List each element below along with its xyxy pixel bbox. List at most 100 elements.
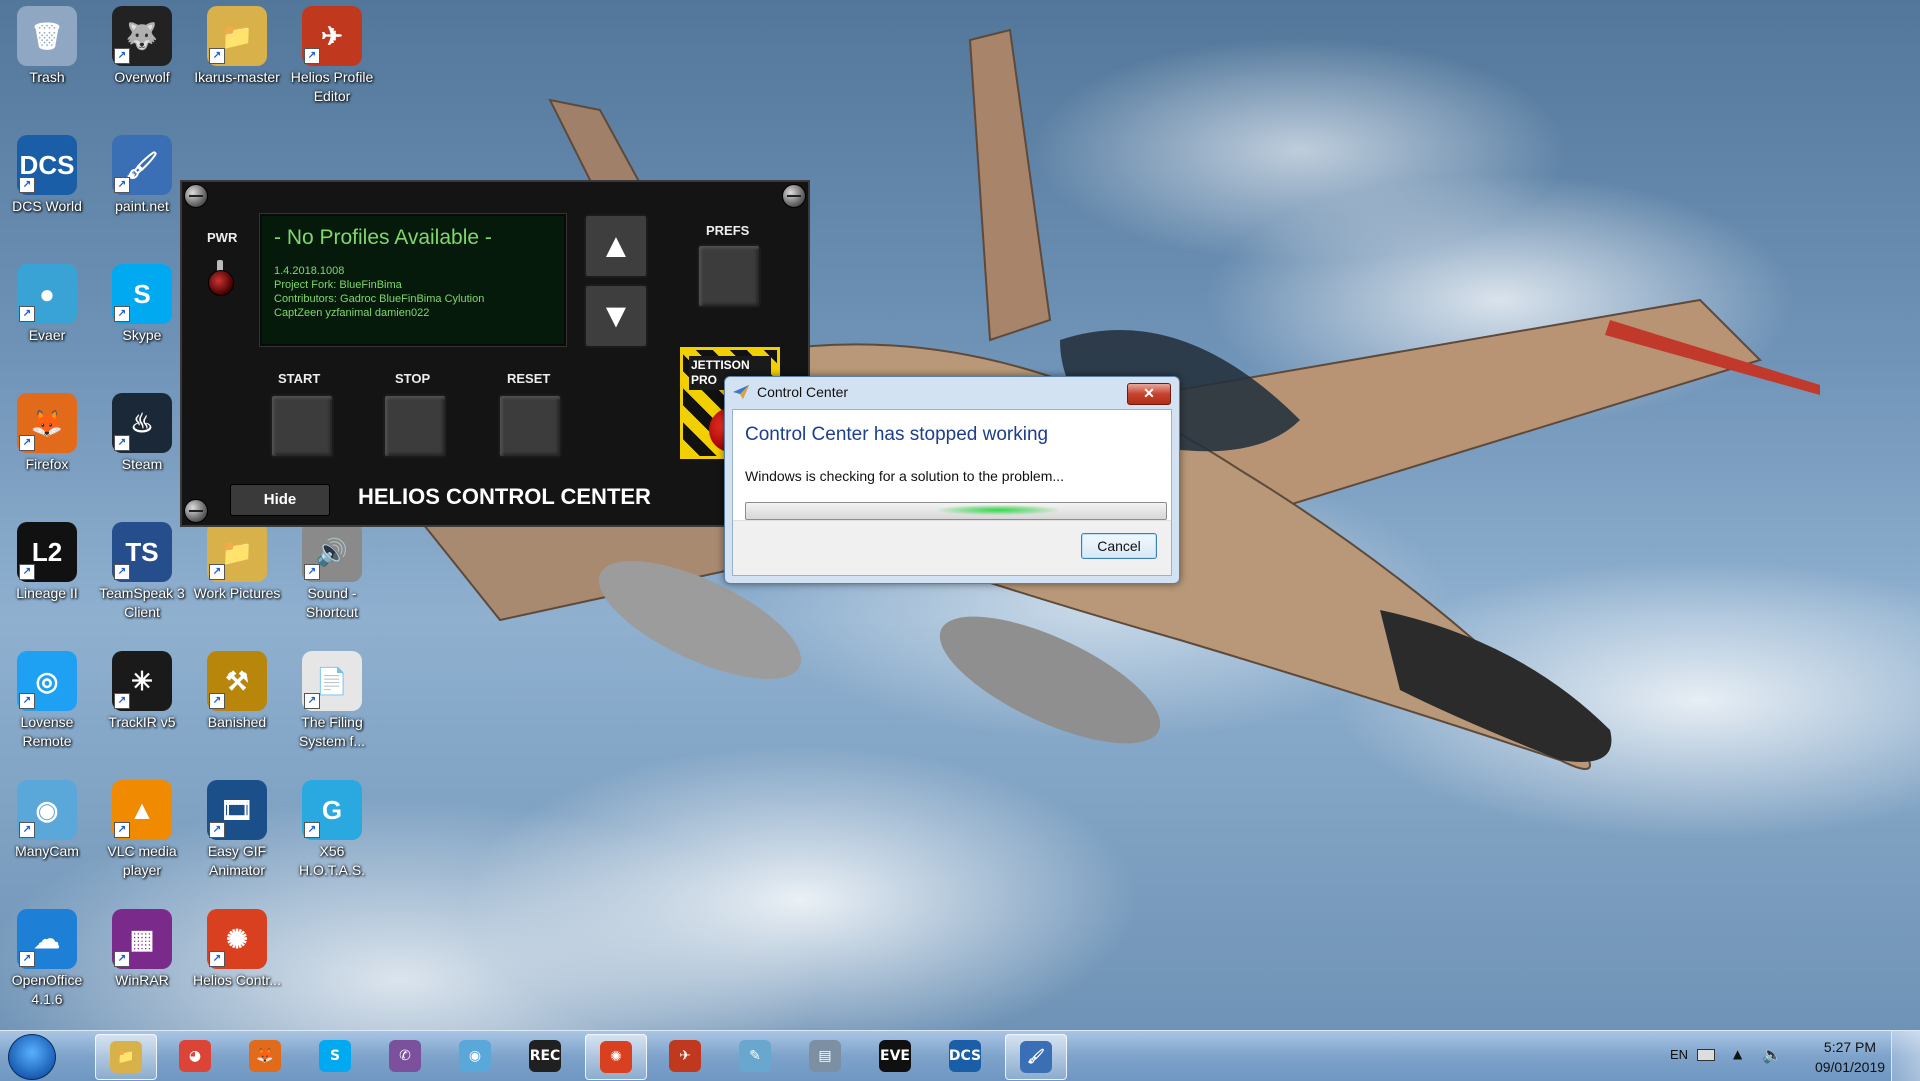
taskbar-item-manycam[interactable]: ◉ xyxy=(445,1034,505,1078)
prefs-label: PREFS xyxy=(706,223,750,238)
dialog-message: Windows is checking for a solution to th… xyxy=(745,468,1065,484)
skype-icon: S xyxy=(319,1040,351,1072)
power-switch[interactable] xyxy=(208,260,234,296)
taskbar-item-viber[interactable]: ✆ xyxy=(375,1034,435,1078)
firefox-icon: 🦊 xyxy=(249,1040,281,1072)
app-icon: ● ↗ xyxy=(17,264,77,324)
taskbar-item-screen-recorder[interactable]: REC xyxy=(515,1034,575,1078)
desktop-icon-overwolf[interactable]: 🐺 ↗ Overwolf xyxy=(96,0,188,87)
desktop-icon-label: Banished xyxy=(207,714,267,730)
desktop-icon-ikarus-master[interactable]: 📁 ↗ Ikarus-master xyxy=(191,0,283,87)
start-button[interactable] xyxy=(270,394,334,458)
app-icon: 📄 ↗ xyxy=(302,651,362,711)
taskbar-item-calculator[interactable]: ▤ xyxy=(795,1034,855,1078)
display-title: - No Profiles Available - xyxy=(274,226,492,249)
taskbar: 📁 ◕ 🦊 S ✆ ◉ REC ✺ ✈ ✎ ▤ EVE DCS 🖌 EN ▲ 🔈 5:27 PM 09/0… xyxy=(0,1030,1920,1081)
desktop-icon-lineage-ii[interactable]: L2 ↗ Lineage II xyxy=(1,516,93,603)
profile-up-button[interactable]: ▲ xyxy=(584,214,648,278)
taskbar-item-helios-profile-editor[interactable]: ✈ xyxy=(655,1034,715,1078)
start-button-windows-icon[interactable] xyxy=(8,1034,56,1080)
control-center-app-icon xyxy=(733,385,749,399)
desktop-icon-easy-gif-animator[interactable]: 🎞 ↗ Easy GIF Animator xyxy=(191,774,283,880)
desktop-icon-sound-shortcut[interactable]: 🔊 ↗ Sound - Shortcut xyxy=(286,516,378,622)
display-fork: Project Fork: BlueFinBima xyxy=(274,279,402,291)
cancel-button[interactable]: Cancel xyxy=(1081,533,1157,559)
desktop-icon-work-pictures[interactable]: 📁 ↗ Work Pictures xyxy=(191,516,283,603)
dialog-titlebar[interactable]: Control Center ✕ xyxy=(725,377,1179,407)
desktop-icon-label: Evaer xyxy=(28,327,66,343)
desktop-icon-label: The Filing System f... xyxy=(298,714,366,749)
shortcut-arrow-icon: ↗ xyxy=(19,177,35,193)
desktop-icon-the-filing-system-f[interactable]: 📄 ↗ The Filing System f... xyxy=(286,645,378,751)
prefs-button[interactable] xyxy=(697,244,761,308)
desktop-icon-helios-contr[interactable]: ✺ ↗ Helios Contr... xyxy=(191,903,283,990)
app-icon: ✺ ↗ xyxy=(207,909,267,969)
desktop-icon-trash[interactable]: 🗑 Trash xyxy=(1,0,93,87)
tray-expand-icon[interactable]: ▲ xyxy=(1733,1047,1742,1061)
desktop-icon-label: Helios Profile Editor xyxy=(290,69,374,104)
desktop-icon-label: Lovense Remote xyxy=(20,714,74,749)
app-icon: ◉ ↗ xyxy=(17,780,77,840)
app-icon: 🔊 ↗ xyxy=(302,522,362,582)
language-indicator[interactable]: EN xyxy=(1670,1047,1688,1062)
app-icon: 📁 ↗ xyxy=(207,6,267,66)
taskbar-item-skype[interactable]: S xyxy=(305,1034,365,1078)
desktop-icon-label: Skype xyxy=(122,327,162,343)
desktop-icon-lovense-remote[interactable]: ◎ ↗ Lovense Remote xyxy=(1,645,93,751)
desktop-icon-banished[interactable]: ⚒ ↗ Banished xyxy=(191,645,283,732)
taskbar-item-eve[interactable]: EVE xyxy=(865,1034,925,1078)
pwr-label: PWR xyxy=(207,230,238,245)
app-icon: 🖌 ↗ xyxy=(112,135,172,195)
desktop-icon-firefox[interactable]: 🦊 ↗ Firefox xyxy=(1,387,93,474)
taskbar-item-chrome[interactable]: ◕ xyxy=(165,1034,225,1078)
display-contributors-2: CaptZeen yzfanimal damien022 xyxy=(274,307,430,319)
helios-control-center-icon: ✺ xyxy=(600,1041,632,1073)
viber-icon: ✆ xyxy=(389,1040,421,1072)
desktop-icon-steam[interactable]: ♨ ↗ Steam xyxy=(96,387,188,474)
stop-button[interactable] xyxy=(383,394,447,458)
taskbar-item-explorer[interactable]: 📁 xyxy=(95,1034,157,1080)
close-button[interactable]: ✕ xyxy=(1127,383,1171,405)
hide-button[interactable]: Hide xyxy=(230,484,330,516)
desktop-icon-manycam[interactable]: ◉ ↗ ManyCam xyxy=(1,774,93,861)
volume-icon[interactable]: 🔈 xyxy=(1762,1045,1782,1064)
desktop-icon-skype[interactable]: S ↗ Skype xyxy=(96,258,188,345)
taskbar-item-notepad[interactable]: ✎ xyxy=(725,1034,785,1078)
shortcut-arrow-icon: ↗ xyxy=(114,951,130,967)
desktop-icon-dcs-world[interactable]: DCS ↗ DCS World xyxy=(1,129,93,216)
calculator-icon: ▤ xyxy=(809,1040,841,1072)
dialog-body: Control Center has stopped working Windo… xyxy=(732,409,1172,576)
desktop-icon-trackir-v5[interactable]: ✳ ↗ TrackIR v5 xyxy=(96,645,188,732)
desktop-icon-helios-profile-editor[interactable]: ✈ ↗ Helios Profile Editor xyxy=(286,0,378,106)
app-icon: ☁ ↗ xyxy=(17,909,77,969)
desktop-icon-openoffice-4-1-6[interactable]: ☁ ↗ OpenOffice 4.1.6 xyxy=(1,903,93,1009)
profile-down-button[interactable]: ▼ xyxy=(584,284,648,348)
tray-clock-date[interactable]: 09/01/2019 xyxy=(1800,1059,1900,1075)
show-desktop-button[interactable] xyxy=(1891,1031,1920,1081)
desktop-icon-label: Easy GIF Animator xyxy=(207,843,267,878)
taskbar-item-dcs[interactable]: DCS xyxy=(935,1034,995,1078)
desktop-icon-x56-h-o-t-a-s[interactable]: G ↗ X56 H.O.T.A.S. xyxy=(286,774,378,880)
shortcut-arrow-icon: ↗ xyxy=(114,822,130,838)
app-icon: G ↗ xyxy=(302,780,362,840)
taskbar-item-paint-net[interactable]: 🖌 xyxy=(1005,1034,1067,1080)
desktop-icon-teamspeak-3-client[interactable]: TS ↗ TeamSpeak 3 Client xyxy=(96,516,188,622)
desktop-icon-paint-net[interactable]: 🖌 ↗ paint.net xyxy=(96,129,188,216)
taskbar-item-helios-control-center[interactable]: ✺ xyxy=(585,1034,647,1080)
desktop-icon-label: Work Pictures xyxy=(193,585,281,601)
close-icon: ✕ xyxy=(1143,385,1155,401)
keyboard-icon[interactable] xyxy=(1697,1049,1715,1061)
reset-button[interactable] xyxy=(498,394,562,458)
app-icon: DCS ↗ xyxy=(17,135,77,195)
taskbar-item-firefox[interactable]: 🦊 xyxy=(235,1034,295,1078)
shortcut-arrow-icon: ↗ xyxy=(114,306,130,322)
tray-clock-time[interactable]: 5:27 PM xyxy=(1800,1039,1900,1055)
chrome-icon: ◕ xyxy=(179,1040,211,1072)
desktop-icon-winrar[interactable]: ▦ ↗ WinRAR xyxy=(96,903,188,990)
shortcut-arrow-icon: ↗ xyxy=(19,951,35,967)
desktop-icon-evaer[interactable]: ● ↗ Evaer xyxy=(1,258,93,345)
desktop-icon-label: WinRAR xyxy=(115,972,169,988)
desktop-icon-label: VLC media player xyxy=(107,843,177,878)
desktop-icon-vlc-media-player[interactable]: ▲ ↗ VLC media player xyxy=(96,774,188,880)
app-icon: S ↗ xyxy=(112,264,172,324)
